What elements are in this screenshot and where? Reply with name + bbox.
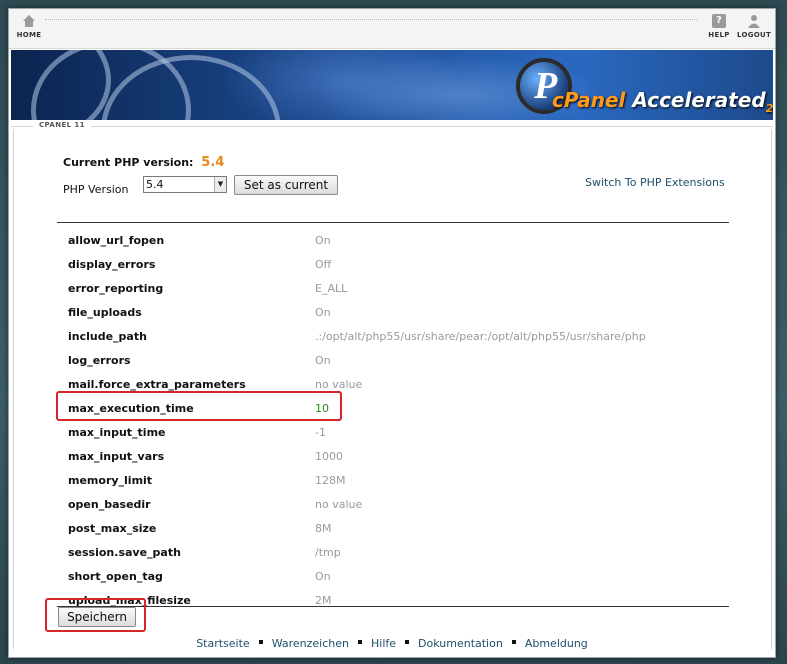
setting-value[interactable]: On [315, 306, 331, 319]
home-label: HOME [16, 31, 42, 39]
setting-row: memory_limit 128M [68, 468, 728, 492]
setting-row: open_basedir no value [68, 492, 728, 516]
cpanel-accelerated-logo: P cPanel Accelerated2 [516, 58, 773, 116]
setting-row: post_max_size 8M [68, 516, 728, 540]
content-border-right [771, 129, 772, 649]
current-php-version: Current PHP version: 5.4 [63, 155, 224, 170]
chevron-down-icon: ▼ [214, 177, 226, 192]
setting-row: upload_max_filesize 2M [68, 588, 728, 612]
logout-label: LOGOUT [736, 31, 772, 39]
setting-key: max_input_vars [68, 450, 165, 463]
setting-value[interactable]: .:/opt/alt/php55/usr/share/pear:/opt/alt… [315, 330, 646, 343]
logo-version: 2 [765, 102, 773, 115]
home-nav-button[interactable]: HOME [11, 14, 47, 39]
nav-divider [45, 19, 697, 20]
footer-separator [258, 640, 263, 644]
setting-value[interactable]: On [315, 234, 331, 247]
home-icon [23, 15, 35, 27]
set-as-current-button[interactable]: Set as current [234, 175, 338, 195]
setting-value[interactable]: no value [315, 378, 362, 391]
logo-wordmark: cPanel Accelerated2 [552, 88, 773, 115]
current-version-label: Current PHP version: [63, 156, 194, 169]
setting-key: log_errors [68, 354, 131, 367]
switch-to-php-extensions-link[interactable]: Switch To PHP Extensions [585, 176, 725, 189]
setting-key: allow_url_fopen [68, 234, 165, 247]
footer-separator [405, 640, 410, 644]
setting-key: max_input_time [68, 426, 166, 439]
setting-key: include_path [68, 330, 147, 343]
settings-bottom-divider [57, 606, 729, 607]
settings-top-divider [57, 222, 729, 223]
setting-key: mail.force_extra_parameters [68, 378, 246, 391]
help-nav-button[interactable]: ? HELP [701, 14, 737, 39]
section-tab-label: CPANEL 11 [33, 121, 91, 129]
setting-value[interactable]: On [315, 354, 331, 367]
logo-word-accelerated: Accelerated [632, 88, 766, 112]
setting-row: file_uploads On [68, 300, 728, 324]
php-version-select[interactable]: 5.4 ▼ [143, 176, 227, 193]
header-banner: P cPanel Accelerated2 [11, 50, 773, 120]
footer-separator [358, 640, 362, 644]
setting-row: error_reporting E_ALL [68, 276, 728, 300]
php-version-selected: 5.4 [146, 178, 164, 191]
setting-row: display_errors Off [68, 252, 728, 276]
footer-link[interactable]: Startseite [190, 637, 256, 650]
setting-value[interactable]: -1 [315, 426, 326, 439]
section-tab: CPANEL 11 [11, 121, 773, 140]
setting-key: memory_limit [68, 474, 153, 487]
setting-value[interactable]: 128M [315, 474, 346, 487]
setting-value[interactable]: E_ALL [315, 282, 347, 295]
user-icon [748, 15, 760, 28]
setting-value[interactable]: On [315, 570, 331, 583]
help-icon: ? [712, 14, 726, 28]
setting-key: file_uploads [68, 306, 142, 319]
logout-nav-button[interactable]: LOGOUT [736, 14, 772, 39]
setting-row: max_input_time -1 [68, 420, 728, 444]
footer-link[interactable]: Hilfe [365, 637, 402, 650]
setting-row: log_errors On [68, 348, 728, 372]
top-navigation: HOME ? HELP LOGOUT [9, 9, 775, 49]
setting-key: post_max_size [68, 522, 157, 535]
setting-value[interactable]: /tmp [315, 546, 341, 559]
current-version-value: 5.4 [201, 155, 225, 170]
logo-word-cpanel: cPanel [552, 88, 626, 112]
footer-link[interactable]: Dokumentation [412, 637, 509, 650]
footer-link[interactable]: Abmeldung [519, 637, 594, 650]
setting-row: short_open_tag On [68, 564, 728, 588]
setting-key: short_open_tag [68, 570, 163, 583]
setting-row: allow_url_fopen On [68, 228, 728, 252]
setting-value[interactable]: 1000 [315, 450, 343, 463]
footer-link[interactable]: Warenzeichen [266, 637, 355, 650]
save-highlight-annotation-box [45, 598, 146, 632]
setting-key: session.save_path [68, 546, 181, 559]
setting-value[interactable]: Off [315, 258, 331, 271]
setting-key: error_reporting [68, 282, 164, 295]
setting-key: open_basedir [68, 498, 151, 511]
content-border-left [13, 129, 14, 649]
setting-key: display_errors [68, 258, 156, 271]
setting-row: session.save_path/tmp [68, 540, 728, 564]
cpanel-window: HOME ? HELP LOGOUT P cPanel Accelerated2 [8, 8, 776, 658]
setting-value[interactable]: 8M [315, 522, 332, 535]
php-version-label: PHP Version [63, 183, 129, 196]
footer-links: Startseite Warenzeichen Hilfe Dokumentation… [9, 637, 775, 657]
setting-row: include_path .:/opt/alt/php55/usr/share/p… [68, 324, 728, 348]
help-label: HELP [708, 31, 730, 39]
highlight-annotation-box [56, 391, 342, 421]
footer-separator [511, 640, 516, 644]
setting-row: max_input_vars 1000 [68, 444, 728, 468]
setting-value[interactable]: no value [315, 498, 362, 511]
